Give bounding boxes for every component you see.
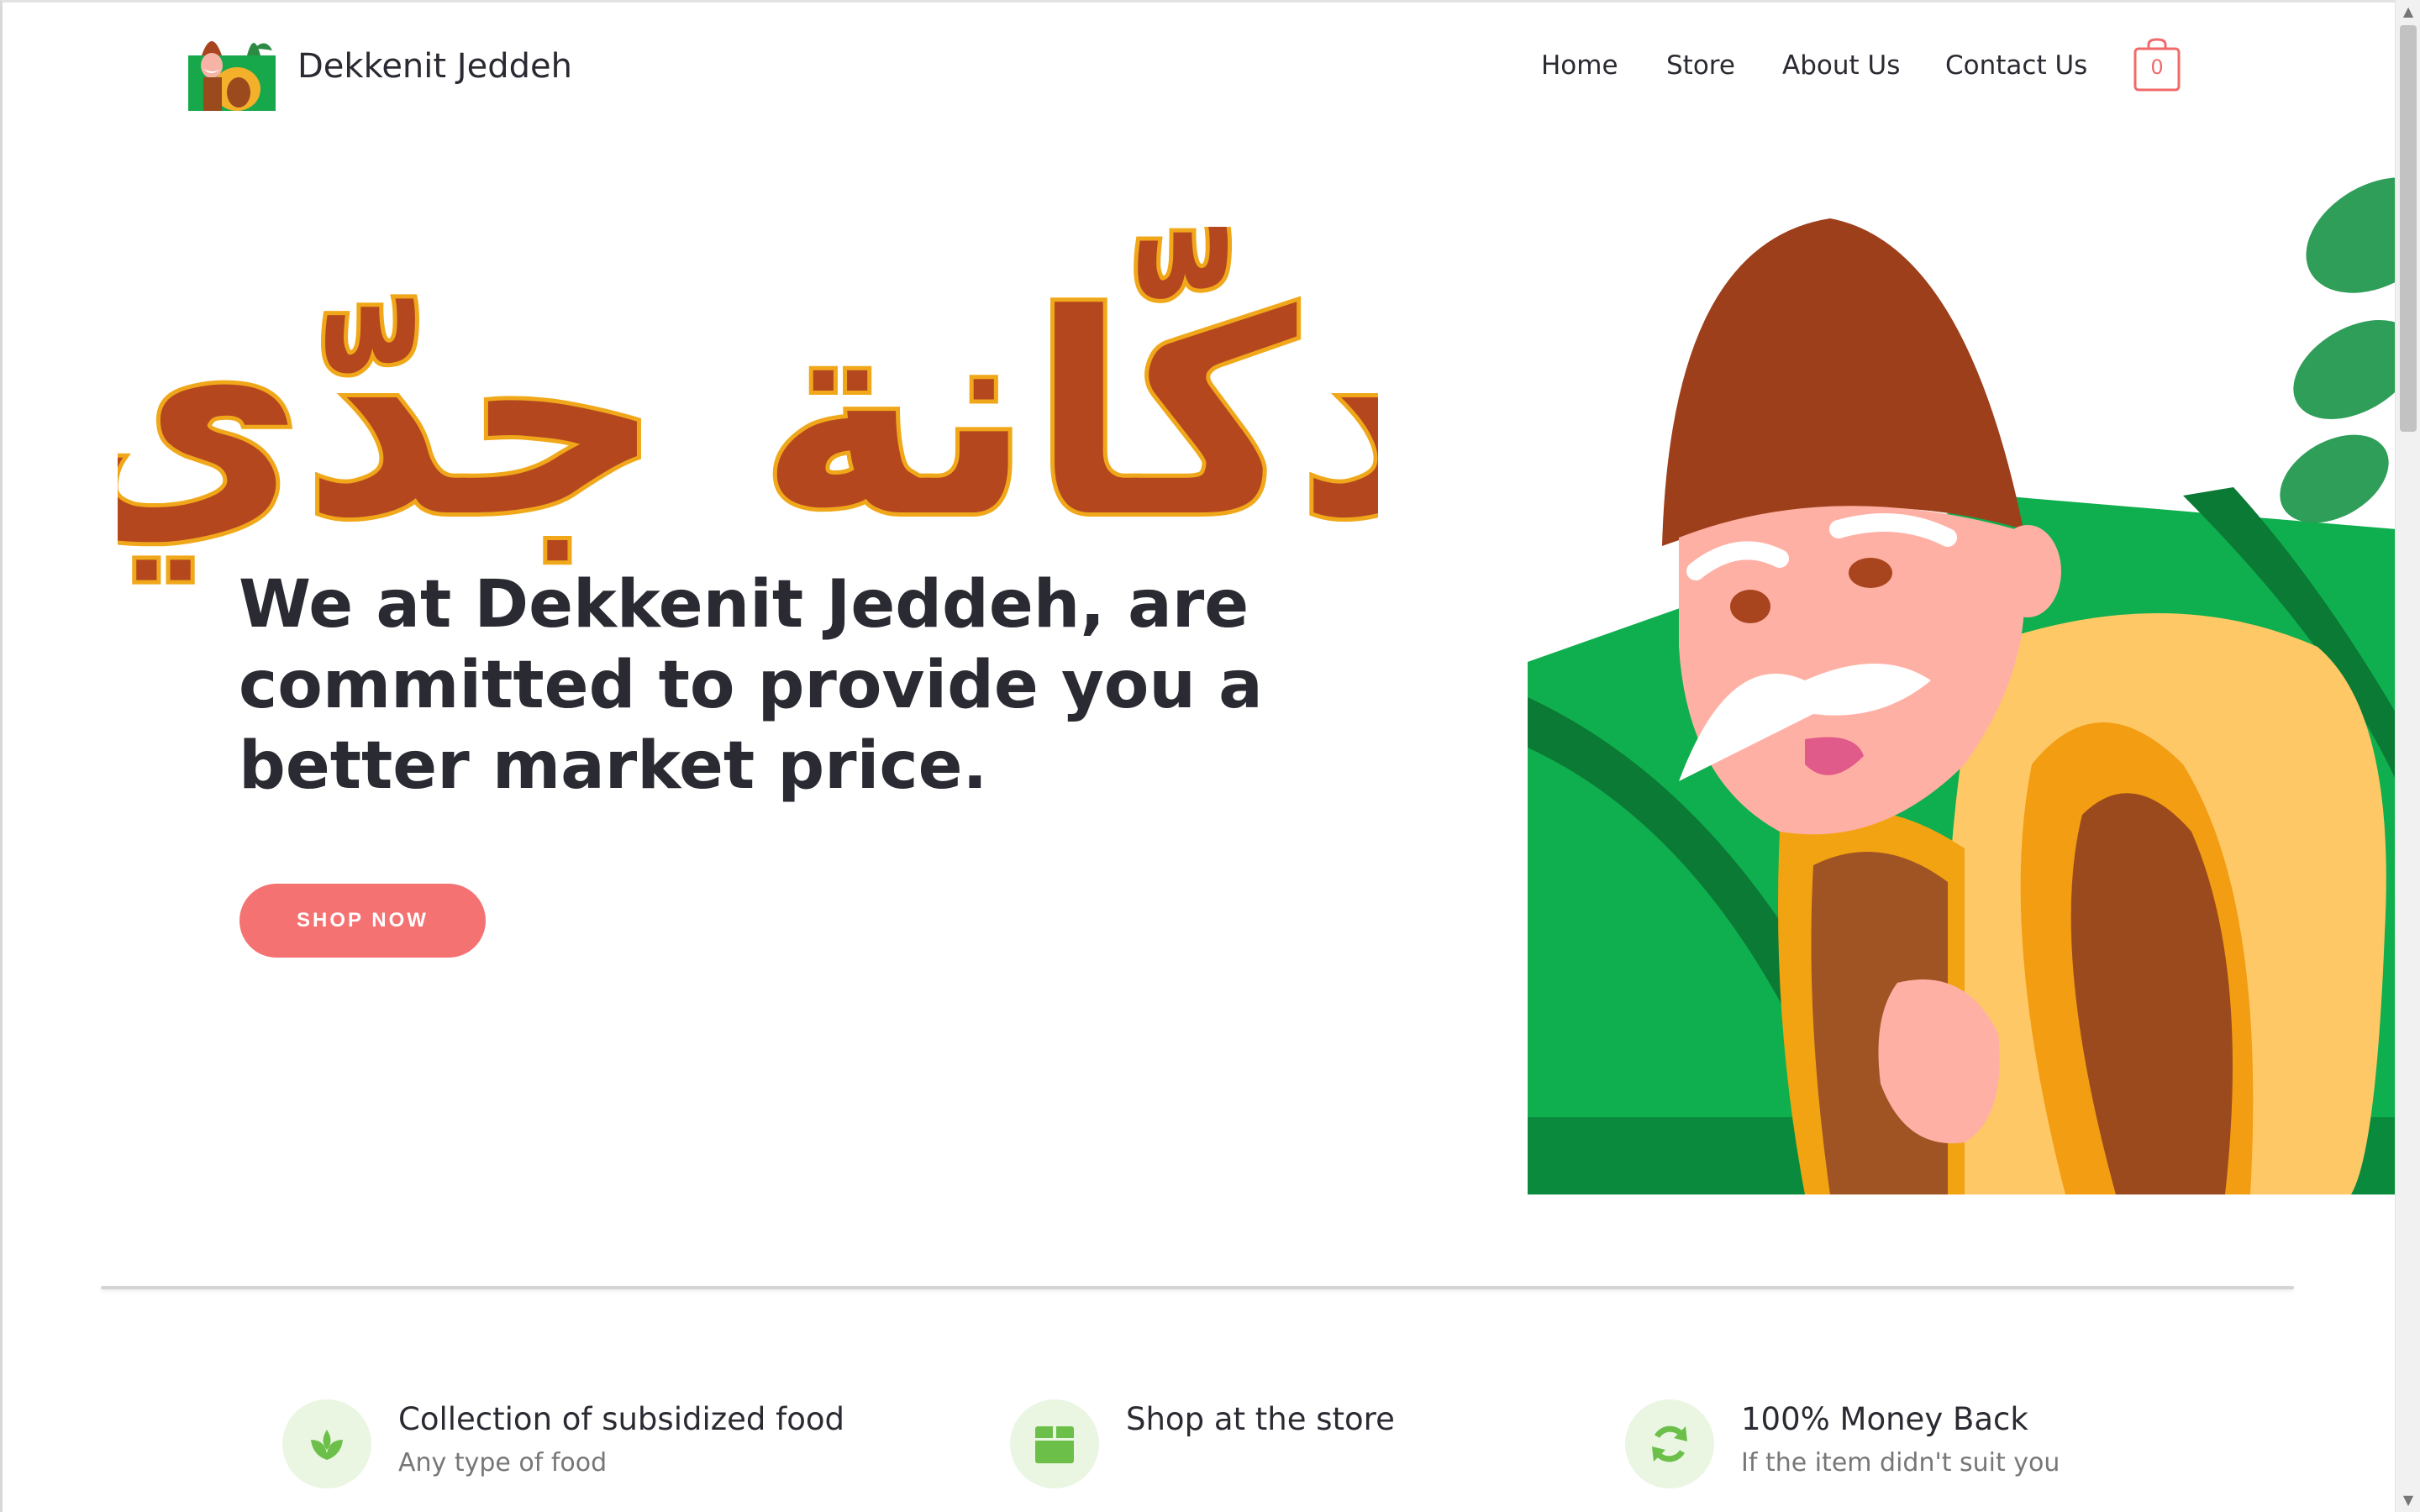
hero-arabic-logo: دكّانة جدّي	[45, 218, 1444, 622]
scroll-up-icon[interactable]: ▲	[2396, 0, 2420, 24]
nav-contact-us[interactable]: Contact Us	[1945, 50, 2087, 81]
site-logo[interactable]	[188, 30, 276, 111]
grandpa-illustration	[1528, 176, 2420, 1194]
brand-name[interactable]: Dekkenit Jeddeh	[297, 47, 572, 86]
cart-button[interactable]: 0	[2133, 37, 2181, 92]
section-divider	[101, 1286, 2294, 1289]
leaf-icon	[282, 1399, 371, 1488]
nav-home[interactable]: Home	[1541, 50, 1618, 81]
feature-subtitle: Any type of food	[398, 1448, 608, 1478]
feature-title: Shop at the store	[1126, 1401, 1395, 1437]
scroll-down-icon[interactable]: ▼	[2396, 1488, 2420, 1512]
nav-store[interactable]: Store	[1666, 50, 1735, 81]
site-header: Dekkenit Jeddeh Home Store About Us Cont…	[0, 0, 2395, 134]
cart-count: 0	[2150, 55, 2164, 79]
box-icon	[1010, 1399, 1099, 1488]
scrollbar-thumb[interactable]	[2400, 25, 2417, 432]
hero-arabic-title: دكّانة جدّي	[118, 227, 1378, 582]
feature-title: Collection of subsidized food	[398, 1401, 844, 1437]
hero-tagline: We at Dekkenit Jeddeh, are committed to …	[239, 567, 1263, 804]
nav-about-us[interactable]: About Us	[1782, 50, 1900, 81]
page-scrollbar[interactable]: ▲ ▼	[2395, 0, 2420, 1512]
feature-title: 100% Money Back	[1741, 1401, 2028, 1437]
feature-subtitle: If the item didn't suit you	[1741, 1448, 2060, 1478]
shop-now-button[interactable]: SHOP NOW	[239, 884, 486, 958]
refresh-icon	[1625, 1399, 1714, 1488]
